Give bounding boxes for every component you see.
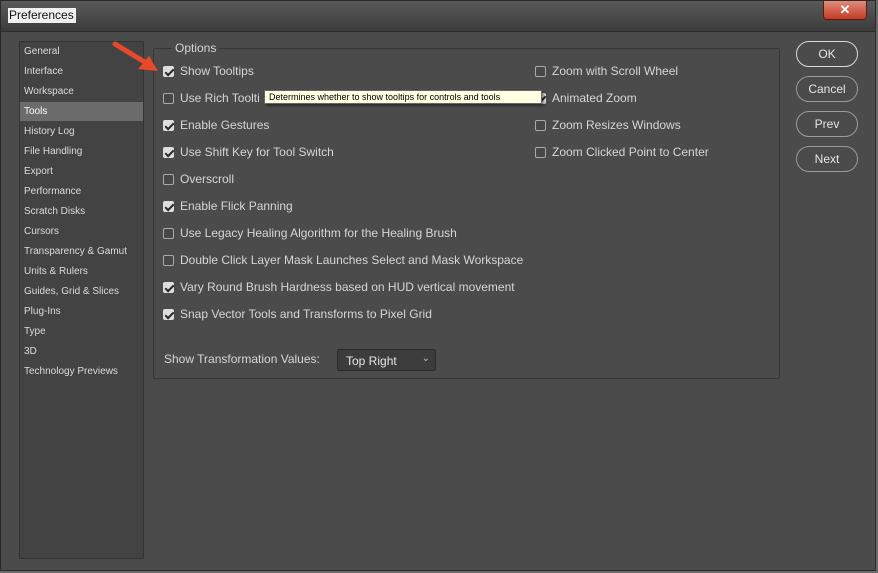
checkbox[interactable]: [535, 120, 546, 131]
checkbox-label: Use Rich Toolti: [180, 91, 260, 105]
window-title: Preferences: [8, 8, 76, 23]
transformation-values-selected: Top Right: [346, 354, 397, 368]
ok-button[interactable]: OK: [796, 41, 858, 67]
checkbox-label: Use Shift Key for Tool Switch: [180, 145, 334, 159]
close-button[interactable]: ✕: [823, 1, 867, 20]
transformation-values-select[interactable]: Top Right ⌄: [337, 349, 436, 371]
sidebar-item-cursors[interactable]: Cursors: [20, 222, 143, 241]
checkbox-checked[interactable]: [163, 282, 174, 293]
options-legend: Options: [172, 41, 220, 55]
show-transformation-values-label: Show Transformation Values:: [164, 352, 320, 366]
preferences-window: Preferences ✕ General Interface Workspace T…: [0, 0, 876, 571]
cancel-button[interactable]: Cancel: [796, 76, 858, 102]
sidebar-item-tools[interactable]: Tools: [20, 102, 143, 121]
sidebar-item-guides-grid-slices[interactable]: Guides, Grid & Slices: [20, 282, 143, 301]
preferences-sidebar: General Interface Workspace Tools History Lo…: [19, 41, 144, 559]
sidebar-item-workspace[interactable]: Workspace: [20, 82, 143, 101]
prev-button[interactable]: Prev: [796, 111, 858, 137]
checkbox[interactable]: [163, 174, 174, 185]
tooltip: Determines whether to show tooltips for …: [264, 90, 542, 104]
next-button[interactable]: Next: [796, 146, 858, 172]
checkbox-checked[interactable]: [163, 201, 174, 212]
checkbox-checked[interactable]: [163, 66, 174, 77]
checkbox-label: Use Legacy Healing Algorithm for the Hea…: [180, 226, 457, 240]
sidebar-item-history-log[interactable]: History Log: [20, 122, 143, 141]
title-bar: Preferences ✕: [1, 1, 875, 32]
checkbox-checked[interactable]: [163, 309, 174, 320]
checkbox[interactable]: [163, 228, 174, 239]
checkbox-label: Double Click Layer Mask Launches Select …: [180, 253, 524, 267]
checkbox[interactable]: [535, 147, 546, 158]
checkbox-label: Zoom Resizes Windows: [552, 118, 681, 132]
checkbox[interactable]: [535, 66, 546, 77]
checkbox-label: Show Tooltips: [180, 64, 254, 78]
checkbox-checked[interactable]: [163, 147, 174, 158]
sidebar-item-3d[interactable]: 3D: [20, 342, 143, 361]
checkbox-label: Enable Flick Panning: [180, 199, 293, 213]
checkbox-label: Zoom Clicked Point to Center: [552, 145, 709, 159]
sidebar-item-type[interactable]: Type: [20, 322, 143, 341]
sidebar-item-units-rulers[interactable]: Units & Rulers: [20, 262, 143, 281]
sidebar-item-export[interactable]: Export: [20, 162, 143, 181]
checkbox-label: Snap Vector Tools and Transforms to Pixe…: [180, 307, 432, 321]
sidebar-item-file-handling[interactable]: File Handling: [20, 142, 143, 161]
sidebar-item-scratch-disks[interactable]: Scratch Disks: [20, 202, 143, 221]
checkbox[interactable]: [163, 93, 174, 104]
checkbox[interactable]: [163, 255, 174, 266]
sidebar-item-transparency-gamut[interactable]: Transparency & Gamut: [20, 242, 143, 261]
checkbox-label: Animated Zoom: [552, 91, 637, 105]
checkbox-checked[interactable]: [163, 120, 174, 131]
chevron-down-icon: ⌄: [421, 353, 430, 364]
annotation-arrow-icon: [112, 41, 158, 71]
sidebar-item-performance[interactable]: Performance: [20, 182, 143, 201]
checkbox-label: Vary Round Brush Hardness based on HUD v…: [180, 280, 515, 294]
checkbox-label: Enable Gestures: [180, 118, 270, 132]
checkbox-label: Overscroll: [180, 172, 235, 186]
sidebar-item-technology-previews[interactable]: Technology Previews: [20, 362, 143, 381]
sidebar-item-plug-ins[interactable]: Plug-Ins: [20, 302, 143, 321]
checkbox-label: Zoom with Scroll Wheel: [552, 64, 679, 78]
